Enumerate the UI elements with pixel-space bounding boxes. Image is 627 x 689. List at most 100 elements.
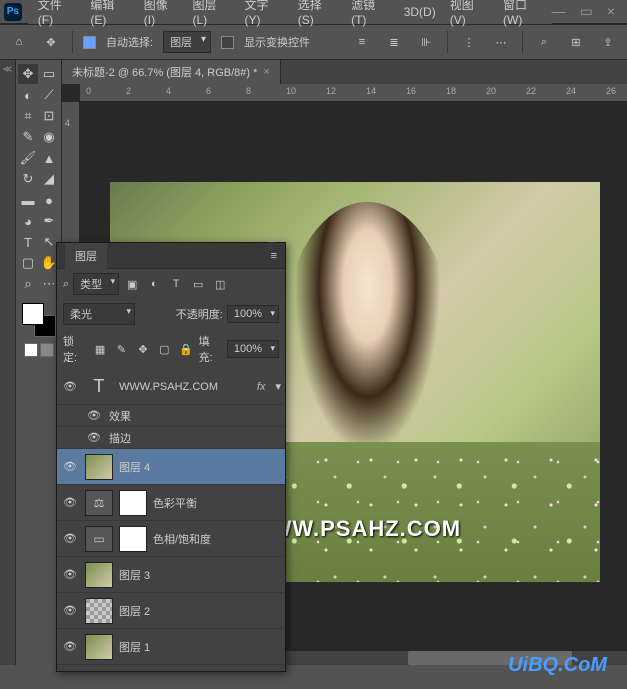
menu-filter[interactable]: 滤镜(T) — [345, 0, 396, 30]
lock-artboard-icon[interactable]: ▢ — [156, 341, 173, 357]
layers-tab[interactable]: 图层 — [65, 243, 107, 269]
window-minimize[interactable]: — — [552, 3, 566, 20]
type-tool[interactable]: T — [18, 232, 38, 252]
layer-thumbnail[interactable] — [85, 562, 113, 588]
zoom-tool[interactable]: ⌕ — [18, 274, 38, 294]
history-brush-tool[interactable]: ↻ — [18, 169, 38, 189]
layer-row[interactable]: 👁 ⚖ 色彩平衡 — [57, 485, 285, 521]
lock-paint-icon[interactable]: ✎ — [113, 341, 130, 357]
layer-row[interactable]: 👁 图层 4 — [57, 449, 285, 485]
layer-name[interactable]: 色彩平衡 — [153, 495, 281, 511]
blur-tool[interactable]: ● — [39, 190, 59, 210]
layer-row[interactable]: 👁 T WWW.PSAHZ.COM fx ▾ — [57, 369, 285, 405]
layer-mask-thumbnail[interactable] — [119, 490, 147, 516]
stamp-tool[interactable]: ▲ — [39, 148, 59, 168]
auto-select-target[interactable]: 图层 — [163, 31, 211, 53]
visibility-icon[interactable]: 👁 — [61, 532, 79, 545]
window-maximize[interactable]: ▭ — [580, 3, 593, 20]
layer-thumbnail[interactable] — [85, 454, 113, 480]
layer-thumbnail[interactable] — [85, 598, 113, 624]
panel-menu-icon[interactable]: ≡ — [271, 250, 277, 262]
move-tool-icon[interactable]: ✥ — [40, 31, 62, 53]
menu-layer[interactable]: 图层(L) — [186, 0, 236, 30]
distribute-icon-2[interactable]: ⋯ — [490, 31, 512, 53]
menu-edit[interactable]: 编辑(E) — [84, 0, 135, 30]
crop-tool[interactable]: ⌗ — [18, 106, 38, 126]
layer-row[interactable]: 👁 图层 2 — [57, 593, 285, 629]
lock-trans-icon[interactable]: ▦ — [91, 341, 108, 357]
filter-adjust-icon[interactable]: ◐ — [145, 276, 163, 292]
dodge-tool[interactable]: ◕ — [18, 211, 38, 231]
visibility-icon[interactable]: 👁 — [61, 604, 79, 617]
filter-type-icon[interactable]: T — [167, 276, 185, 292]
menu-file[interactable]: 文件(F) — [32, 0, 83, 30]
home-icon[interactable]: ⌂ — [8, 31, 30, 53]
visibility-icon[interactable]: 👁 — [61, 496, 79, 509]
search-icon[interactable]: ⌕ — [533, 31, 555, 53]
filter-type-select[interactable]: 类型 — [73, 273, 119, 295]
menu-3d[interactable]: 3D(D) — [398, 2, 442, 22]
opacity-value[interactable]: 100% — [227, 305, 279, 323]
close-tab-icon[interactable]: × — [263, 66, 269, 78]
quick-mask-toggle[interactable] — [24, 343, 54, 357]
align-icon-3[interactable]: ⊪ — [415, 31, 437, 53]
shape-tool[interactable]: ▢ — [18, 253, 38, 273]
document-tab[interactable]: 未标题-2 @ 66.7% (图层 4, RGB/8#) * × — [62, 60, 281, 84]
move-tool[interactable]: ✥ — [18, 64, 38, 84]
layer-row[interactable]: 👁 ▭ 色相/饱和度 — [57, 521, 285, 557]
fill-value[interactable]: 100% — [227, 340, 279, 358]
menu-select[interactable]: 选择(S) — [292, 0, 343, 30]
chevron-down-icon[interactable]: ▾ — [275, 380, 281, 393]
layer-fx-badge[interactable]: fx — [257, 381, 266, 393]
color-swatches[interactable] — [22, 303, 56, 337]
layer-name[interactable]: 色相/饱和度 — [153, 531, 281, 547]
layer-name[interactable]: 图层 3 — [119, 567, 281, 583]
show-transform-checkbox[interactable] — [221, 36, 234, 49]
pen-tool[interactable]: ✒ — [39, 211, 59, 231]
filter-pixel-icon[interactable]: ▣ — [123, 276, 141, 292]
visibility-icon[interactable]: 👁 — [61, 568, 79, 581]
marquee-tool[interactable]: ▭ — [39, 64, 59, 84]
visibility-icon[interactable]: 👁 — [85, 431, 103, 444]
eraser-tool[interactable]: ◢ — [39, 169, 59, 189]
frame-tool[interactable]: ⊡ — [39, 106, 59, 126]
filter-smart-icon[interactable]: ◫ — [211, 276, 229, 292]
menu-window[interactable]: 窗口(W) — [497, 0, 552, 30]
visibility-icon[interactable]: 👁 — [61, 380, 79, 393]
visibility-icon[interactable]: 👁 — [85, 409, 103, 422]
eyedropper-tool[interactable]: ✎ — [18, 127, 38, 147]
align-icon-2[interactable]: ≣ — [383, 31, 405, 53]
foreground-color[interactable] — [22, 303, 44, 325]
menu-image[interactable]: 图像(I) — [138, 0, 185, 30]
menu-type[interactable]: 文字(Y) — [238, 0, 289, 30]
layer-row[interactable]: 👁 图层 3 — [57, 557, 285, 593]
lasso-tool[interactable]: ◐ — [18, 85, 38, 105]
align-icon[interactable]: ≡ — [351, 31, 373, 53]
brush-tool[interactable]: 🖌 — [18, 148, 38, 168]
auto-select-checkbox[interactable] — [83, 36, 96, 49]
layer-name[interactable]: WWW.PSAHZ.COM — [119, 381, 251, 393]
wand-tool[interactable]: ⟋ — [39, 85, 59, 105]
lock-pos-icon[interactable]: ✥ — [134, 341, 151, 357]
heal-tool[interactable]: ◉ — [39, 127, 59, 147]
share-icon[interactable]: ⇪ — [597, 31, 619, 53]
collapse-icon[interactable]: ≪ — [266, 235, 275, 246]
layer-mask-thumbnail[interactable] — [119, 526, 147, 552]
menu-view[interactable]: 视图(V) — [444, 0, 495, 30]
distribute-icon[interactable]: ⋮ — [458, 31, 480, 53]
layer-name[interactable]: 图层 4 — [119, 459, 281, 475]
grid-icon[interactable]: ⊞ — [565, 31, 587, 53]
layer-effect-row[interactable]: 👁 效果 — [57, 405, 285, 427]
blend-mode-select[interactable]: 柔光 — [63, 303, 135, 325]
filter-shape-icon[interactable]: ▭ — [189, 276, 207, 292]
visibility-icon[interactable]: 👁 — [61, 640, 79, 653]
layer-name[interactable]: 图层 1 — [119, 639, 281, 655]
lock-all-icon[interactable]: 🔒 — [177, 341, 194, 357]
layer-thumbnail[interactable] — [85, 634, 113, 660]
layer-effect-row[interactable]: 👁 描边 — [57, 427, 285, 449]
visibility-icon[interactable]: 👁 — [61, 460, 79, 473]
window-close[interactable]: × — [607, 3, 615, 20]
layer-row[interactable]: 👁 图层 1 — [57, 629, 285, 665]
gradient-tool[interactable]: ▬ — [18, 190, 38, 210]
left-tab-strip[interactable]: ≪ — [0, 60, 16, 665]
